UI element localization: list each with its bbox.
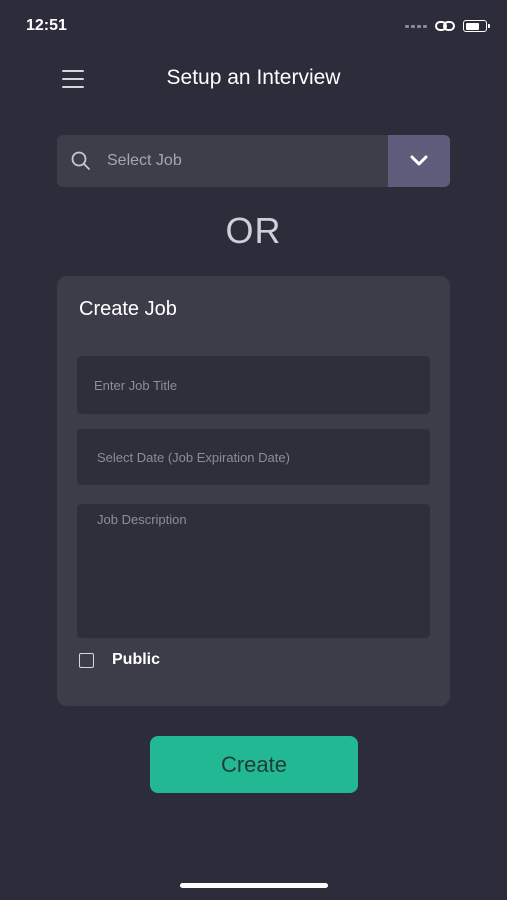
link-icon — [435, 21, 455, 31]
create-job-card: Create Job Enter Job Title Select Date (… — [57, 276, 450, 706]
card-title: Create Job — [79, 298, 177, 320]
public-label: Public — [112, 651, 161, 668]
job-title-input[interactable]: Enter Job Title — [77, 356, 430, 414]
dropdown-toggle-button[interactable] — [388, 135, 450, 187]
status-icons — [405, 19, 490, 33]
chevron-down-icon — [410, 155, 428, 166]
job-title-placeholder: Enter Job Title — [94, 377, 178, 393]
status-time: 12:51 — [26, 17, 67, 34]
page-title: Setup an Interview — [166, 66, 341, 89]
select-job-placeholder[interactable]: Select Job — [105, 135, 388, 187]
public-checkbox-row[interactable]: Public — [79, 651, 160, 669]
battery-icon — [463, 20, 490, 32]
description-placeholder: Job Description — [97, 512, 187, 527]
app-screen: 12:51 Setup an Interview Select Job OR C… — [0, 0, 507, 900]
date-placeholder: Select Date (Job Expiration Date) — [97, 449, 290, 465]
job-description-textarea[interactable]: Job Description — [77, 504, 430, 638]
or-divider: OR — [225, 210, 282, 251]
home-indicator[interactable] — [180, 883, 328, 888]
search-icon — [57, 135, 105, 187]
signal-icon — [405, 24, 427, 28]
expiration-date-input[interactable]: Select Date (Job Expiration Date) — [77, 429, 430, 485]
select-job-dropdown[interactable]: Select Job — [57, 135, 450, 187]
create-button[interactable]: Create — [150, 736, 358, 793]
public-checkbox[interactable] — [79, 652, 94, 668]
